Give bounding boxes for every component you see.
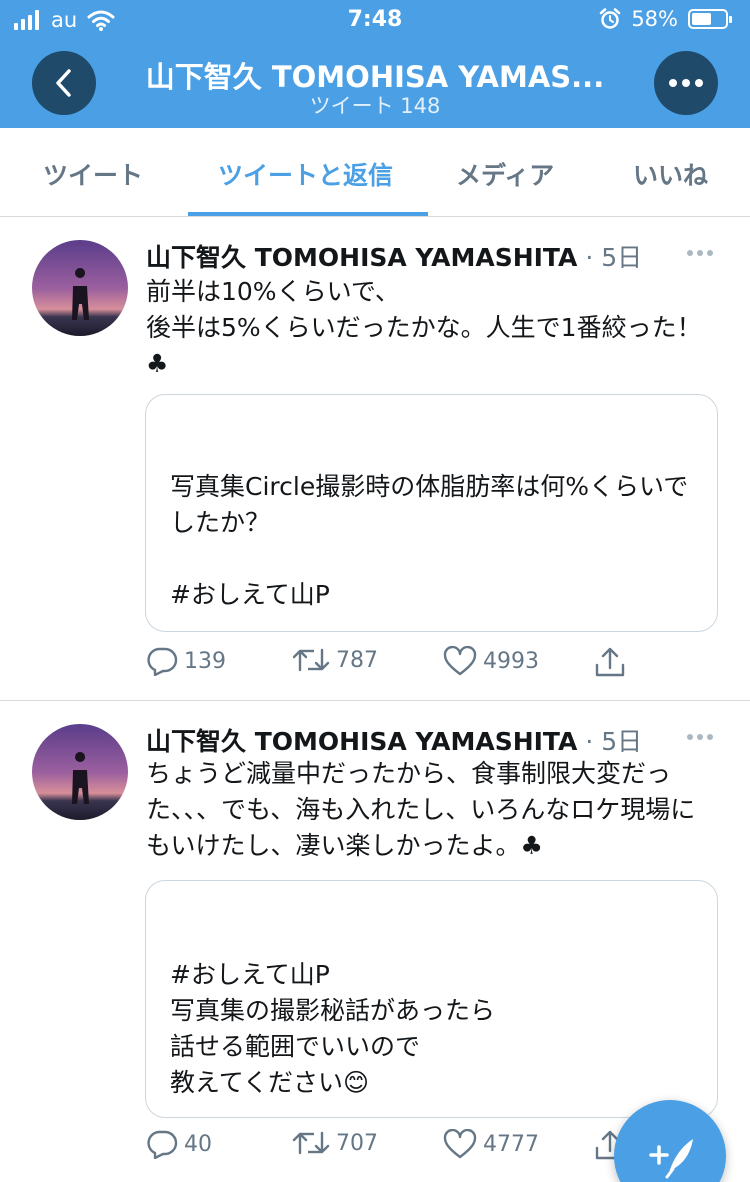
tab-media[interactable]: メディア — [456, 156, 554, 192]
tweet-actions: 139 787 4993 — [0, 646, 750, 686]
tweet-author-name[interactable]: 山下智久 TOMOHISA YAMASHITA — [146, 727, 577, 756]
tab-likes[interactable]: いいね — [633, 156, 708, 192]
tweet-item[interactable]: 山下智久 TOMOHISA YAMASHITA · 5日 前半は10%くらいで、… — [0, 218, 750, 701]
status-bar: au 7:48 58% — [0, 0, 750, 40]
tweet-author-name[interactable]: 山下智久 TOMOHISA YAMASHITA — [146, 243, 577, 272]
like-icon — [443, 1129, 477, 1159]
back-button[interactable] — [32, 51, 96, 115]
avatar[interactable] — [32, 240, 128, 336]
retweet-icon — [292, 648, 330, 672]
like-icon — [443, 646, 477, 676]
share-button[interactable] — [594, 646, 626, 678]
like-count: 4777 — [483, 1131, 539, 1157]
tweet-time[interactable]: · 5日 — [585, 727, 642, 756]
tab-tweets[interactable]: ツイート — [43, 156, 143, 192]
reply-button[interactable]: 40 — [146, 1129, 212, 1159]
quoted-text: #おしえて山P 写真集の撮影秘話があったら 話せる範囲でいいので 教えてください… — [170, 960, 496, 1097]
retweet-count: 707 — [336, 1130, 378, 1156]
reply-button[interactable]: 139 — [146, 646, 226, 676]
like-button[interactable]: 4993 — [443, 646, 539, 676]
quoted-text: 写真集Circle撮影時の体脂肪率は何%くらいでしたか？ #おしえて山P — [170, 472, 689, 609]
tweet-count: ツイート 148 — [309, 94, 441, 118]
tweet-more-icon[interactable] — [686, 249, 714, 257]
more-icon — [669, 79, 703, 87]
reply-count: 40 — [184, 1131, 212, 1157]
reply-count: 139 — [184, 648, 226, 674]
back-arrow-icon — [56, 69, 71, 97]
retweet-count: 787 — [336, 647, 378, 673]
alarm-icon — [600, 8, 621, 29]
battery-icon — [688, 9, 732, 29]
battery-percent: 58% — [631, 7, 678, 31]
tweet-text: 前半は10%くらいで、 後半は5%くらいだったかな。人生で1番絞った！♣ — [146, 277, 702, 378]
profile-tabs: ツイート ツイートと返信 メディア いいね — [0, 128, 750, 217]
tweet-text: ちょうど減量中だったから、食事制限大変だった、、、でも、海も入れたし、いろんなロ… — [146, 759, 696, 860]
more-options-button[interactable] — [654, 51, 718, 115]
retweet-icon — [292, 1131, 330, 1155]
tweet-time[interactable]: · 5日 — [585, 243, 642, 272]
tweet-more-icon[interactable] — [686, 733, 714, 741]
retweet-button[interactable]: 787 — [292, 646, 378, 674]
share-icon — [595, 647, 625, 677]
retweet-button[interactable]: 707 — [292, 1129, 378, 1157]
tab-tweets-and-replies[interactable]: ツイートと返信 — [218, 156, 393, 192]
like-button[interactable]: 4777 — [443, 1129, 539, 1159]
reply-icon — [147, 647, 178, 676]
active-tab-indicator — [188, 212, 428, 216]
like-count: 4993 — [483, 648, 539, 674]
quoted-card[interactable]: #おしえて山P 写真集の撮影秘話があったら 話せる範囲でいいので 教えてください… — [145, 880, 718, 1118]
reply-icon — [147, 1130, 178, 1159]
quoted-card[interactable]: 写真集Circle撮影時の体脂肪率は何%くらいでしたか？ #おしえて山P — [145, 394, 718, 632]
profile-header: au 7:48 58% 山下智久 TOMOHISA YAMAS... ツイート … — [0, 0, 750, 128]
avatar[interactable] — [32, 724, 128, 820]
compose-icon — [649, 1139, 693, 1179]
